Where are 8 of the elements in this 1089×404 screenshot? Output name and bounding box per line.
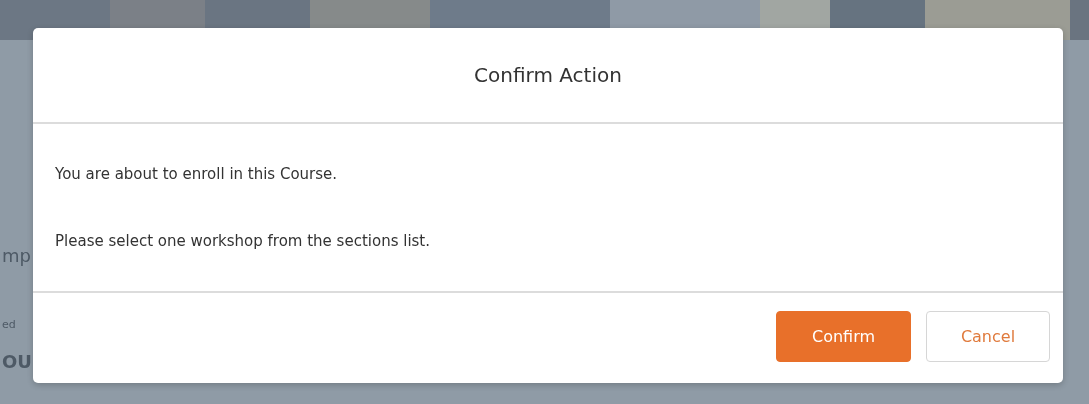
dialog-title: Confirm Action bbox=[474, 63, 622, 87]
background-text: mp bbox=[2, 245, 32, 266]
background-text: OU bbox=[2, 351, 33, 372]
dialog-message: Please select one workshop from the sections list. bbox=[55, 232, 431, 250]
dialog-message: You are about to enroll in this Course. bbox=[55, 165, 339, 183]
background-text: ed bbox=[2, 318, 17, 331]
confirm-button[interactable]: Confirm bbox=[776, 310, 911, 362]
cancel-button[interactable]: Cancel bbox=[926, 310, 1050, 362]
